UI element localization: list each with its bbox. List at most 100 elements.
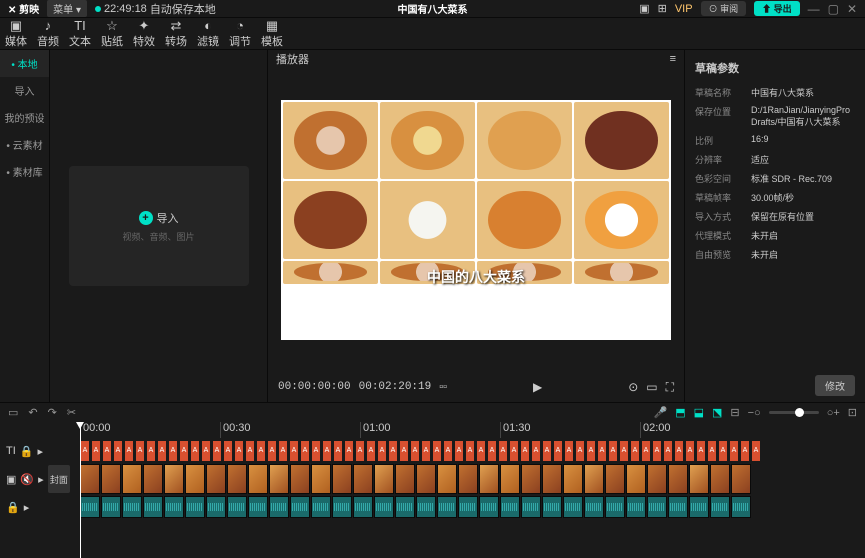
audio-clip[interactable] bbox=[584, 496, 604, 518]
text-clip[interactable]: A bbox=[685, 440, 695, 462]
text-clip[interactable]: A bbox=[553, 440, 563, 462]
audio-clip[interactable] bbox=[248, 496, 268, 518]
text-clip[interactable]: A bbox=[674, 440, 684, 462]
video-clip[interactable] bbox=[290, 464, 310, 494]
video-clip[interactable] bbox=[206, 464, 226, 494]
text-clip[interactable]: A bbox=[476, 440, 486, 462]
video-clip[interactable] bbox=[374, 464, 394, 494]
video-clip[interactable] bbox=[80, 464, 100, 494]
text-clip[interactable]: A bbox=[421, 440, 431, 462]
audio-track-icon[interactable]: 🔒 bbox=[6, 501, 20, 514]
grid-icon[interactable]: ⊞ bbox=[658, 2, 667, 15]
text-clip[interactable]: A bbox=[498, 440, 508, 462]
collapse-icon[interactable]: ▸ bbox=[37, 445, 43, 458]
text-clip[interactable]: A bbox=[355, 440, 365, 462]
text-clip[interactable]: A bbox=[212, 440, 222, 462]
sidebar-item-library[interactable]: • 素材库 bbox=[0, 158, 49, 185]
text-clip[interactable]: A bbox=[157, 440, 167, 462]
text-clip[interactable]: A bbox=[509, 440, 519, 462]
text-clip[interactable]: A bbox=[564, 440, 574, 462]
video-clip[interactable] bbox=[458, 464, 478, 494]
text-clip[interactable]: A bbox=[388, 440, 398, 462]
tool-sticker[interactable]: ☆贴纸 bbox=[96, 18, 128, 49]
audio-clip[interactable] bbox=[101, 496, 121, 518]
video-clip[interactable] bbox=[227, 464, 247, 494]
text-clip[interactable]: A bbox=[124, 440, 134, 462]
video-clip[interactable] bbox=[395, 464, 415, 494]
close-icon[interactable]: ✕ bbox=[847, 2, 857, 16]
text-clip[interactable]: A bbox=[190, 440, 200, 462]
zoom-indicator-icon[interactable]: ▫▫ bbox=[439, 381, 447, 393]
video-clip[interactable] bbox=[521, 464, 541, 494]
link-icon[interactable]: ⬓ bbox=[694, 406, 704, 419]
tool-template[interactable]: ▦模板 bbox=[256, 18, 288, 49]
text-clip[interactable]: A bbox=[652, 440, 662, 462]
audio-clip[interactable] bbox=[521, 496, 541, 518]
layout-icon[interactable]: ▣ bbox=[639, 2, 649, 15]
audio-clip[interactable] bbox=[395, 496, 415, 518]
sidebar-item-local[interactable]: • 本地 bbox=[0, 50, 49, 77]
tool-text[interactable]: TI文本 bbox=[64, 18, 96, 49]
audio-clip[interactable] bbox=[332, 496, 352, 518]
audio-clip[interactable] bbox=[626, 496, 646, 518]
text-clip[interactable]: A bbox=[575, 440, 585, 462]
text-clip[interactable]: A bbox=[168, 440, 178, 462]
video-clip[interactable] bbox=[668, 464, 688, 494]
fit-icon[interactable]: ⊡ bbox=[848, 406, 857, 419]
text-clip[interactable]: A bbox=[256, 440, 266, 462]
redo-icon[interactable]: ↷ bbox=[48, 406, 57, 419]
text-clip[interactable]: A bbox=[630, 440, 640, 462]
mic-icon[interactable]: 🎤 bbox=[653, 406, 667, 419]
text-clip[interactable]: A bbox=[399, 440, 409, 462]
tool-effects[interactable]: ✦特效 bbox=[128, 18, 160, 49]
audio-clip[interactable] bbox=[731, 496, 751, 518]
video-clip[interactable] bbox=[101, 464, 121, 494]
audio-clip[interactable] bbox=[185, 496, 205, 518]
collapse-icon[interactable]: ▸ bbox=[38, 473, 44, 486]
text-clip[interactable]: A bbox=[135, 440, 145, 462]
text-clip[interactable]: A bbox=[454, 440, 464, 462]
text-clip[interactable]: A bbox=[311, 440, 321, 462]
text-clip[interactable]: A bbox=[663, 440, 673, 462]
text-clip[interactable]: A bbox=[245, 440, 255, 462]
text-clip[interactable]: A bbox=[432, 440, 442, 462]
sidebar-item-import[interactable]: 导入 bbox=[0, 77, 49, 104]
video-clip[interactable] bbox=[353, 464, 373, 494]
minimize-icon[interactable]: — bbox=[808, 2, 820, 16]
tool-transition[interactable]: ⇄转场 bbox=[160, 18, 192, 49]
text-track-icon[interactable]: TI bbox=[6, 445, 16, 457]
video-clip[interactable] bbox=[689, 464, 709, 494]
mute-icon[interactable]: 🔇 bbox=[20, 473, 34, 486]
video-clip[interactable] bbox=[584, 464, 604, 494]
cover-button[interactable]: 封面 bbox=[48, 465, 70, 493]
text-clip[interactable]: A bbox=[234, 440, 244, 462]
align-icon[interactable]: ⊟ bbox=[730, 406, 739, 419]
audio-clip[interactable] bbox=[668, 496, 688, 518]
text-clip[interactable]: A bbox=[179, 440, 189, 462]
menu-button[interactable]: 菜单 ▾ bbox=[47, 0, 87, 17]
video-track[interactable]: ▣🔇▸封面 bbox=[0, 464, 865, 494]
text-clip[interactable]: A bbox=[740, 440, 750, 462]
audio-clip[interactable] bbox=[206, 496, 226, 518]
audio-clip[interactable] bbox=[290, 496, 310, 518]
audio-clip[interactable] bbox=[500, 496, 520, 518]
video-clip[interactable] bbox=[479, 464, 499, 494]
audio-clip[interactable] bbox=[542, 496, 562, 518]
text-clip[interactable]: A bbox=[366, 440, 376, 462]
text-clip[interactable]: A bbox=[542, 440, 552, 462]
video-clip[interactable] bbox=[122, 464, 142, 494]
text-clip[interactable]: A bbox=[377, 440, 387, 462]
audio-clip[interactable] bbox=[689, 496, 709, 518]
maximize-icon[interactable]: ▢ bbox=[828, 2, 839, 16]
text-clip[interactable]: A bbox=[619, 440, 629, 462]
audio-clip[interactable] bbox=[416, 496, 436, 518]
import-dropzone[interactable]: + 导入 视频、音频、图片 bbox=[69, 166, 249, 286]
zoom-slider[interactable] bbox=[769, 411, 819, 414]
audio-clip[interactable] bbox=[227, 496, 247, 518]
text-clip[interactable]: A bbox=[465, 440, 475, 462]
text-clip[interactable]: A bbox=[729, 440, 739, 462]
video-clip[interactable] bbox=[500, 464, 520, 494]
split-icon[interactable]: ✂ bbox=[67, 406, 76, 419]
tool-adjust[interactable]: ◔调节 bbox=[224, 18, 256, 49]
text-clip[interactable]: A bbox=[586, 440, 596, 462]
